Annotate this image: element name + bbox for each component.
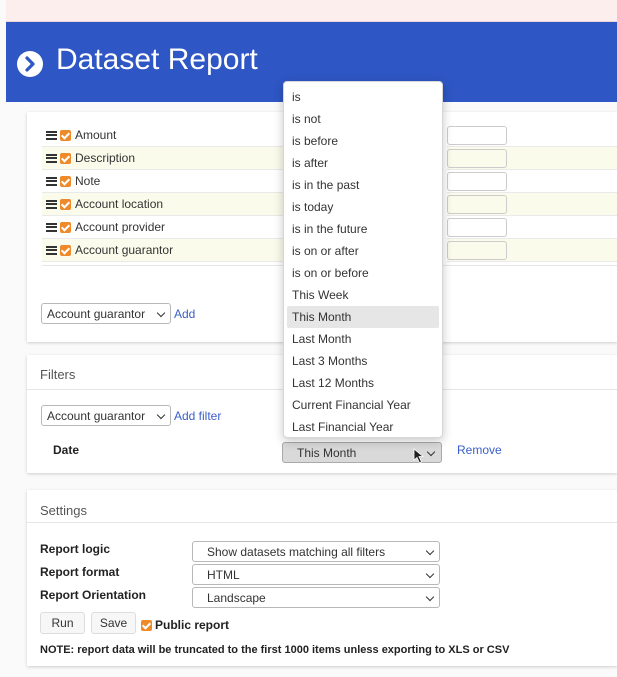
column-checkbox[interactable] xyxy=(60,244,71,256)
date-filter-label: Date xyxy=(53,443,80,457)
dropdown-option[interactable]: is on or after xyxy=(284,240,442,262)
report-format-label: Report format xyxy=(40,565,120,579)
column-row[interactable]: Account guarantor xyxy=(42,239,300,262)
dropdown-option[interactable]: This Month xyxy=(287,306,439,328)
dropdown-option[interactable]: Last Month xyxy=(284,328,442,350)
remove-filter-link[interactable]: Remove xyxy=(457,443,502,457)
dropdown-option[interactable]: is not xyxy=(284,108,442,130)
add-column-select[interactable]: Account guarantor xyxy=(41,303,171,324)
date-filter-value: This Month xyxy=(297,445,357,460)
drag-handle-icon[interactable] xyxy=(46,222,57,232)
chevron-down-icon xyxy=(425,592,435,602)
column-label: Account provider xyxy=(75,220,166,234)
add-filter-link[interactable]: Add filter xyxy=(174,409,221,423)
column-options-cell xyxy=(447,170,617,193)
page-title: Dataset Report xyxy=(56,43,258,76)
truncation-note: NOTE: report data will be truncated to t… xyxy=(40,644,510,656)
column-label: Note xyxy=(75,174,101,188)
chevron-down-icon xyxy=(156,308,166,318)
column-checkbox[interactable] xyxy=(60,129,71,141)
dropdown-option[interactable]: is on or before xyxy=(284,262,442,284)
column-checkbox[interactable] xyxy=(60,152,71,164)
report-orientation-value: Landscape xyxy=(207,590,266,605)
run-button[interactable]: Run xyxy=(40,612,85,634)
add-column-select-value: Account guarantor xyxy=(47,306,146,321)
column-checkbox[interactable] xyxy=(60,221,71,233)
chevron-down-icon xyxy=(425,546,435,556)
report-logic-select[interactable]: Show datasets matching all filters xyxy=(192,541,440,562)
chevron-right-circle-icon[interactable] xyxy=(17,51,43,77)
column-row[interactable]: Description xyxy=(42,147,300,170)
report-orientation-label: Report Orientation xyxy=(40,588,147,602)
column-options-cell xyxy=(447,239,617,262)
report-format-value: HTML xyxy=(207,567,240,582)
column-label: Description xyxy=(75,151,136,165)
column-options-cell xyxy=(447,193,617,216)
dropdown-option[interactable]: is xyxy=(284,86,442,108)
column-row[interactable]: Account location xyxy=(42,193,300,216)
column-option-box[interactable] xyxy=(447,218,507,237)
page: Dataset Report Amount Description Note Acco… xyxy=(0,0,617,677)
settings-panel: Settings Report logic Show datasets matc… xyxy=(27,490,617,666)
column-row[interactable]: Note xyxy=(42,170,300,193)
filters-title: Filters xyxy=(40,367,76,382)
dropdown-option[interactable]: Last 12 Months xyxy=(284,372,442,394)
add-filter-select[interactable]: Account guarantor xyxy=(41,405,171,426)
column-option-box[interactable] xyxy=(447,172,507,191)
chevron-down-icon xyxy=(426,447,436,457)
chevron-down-icon xyxy=(425,569,435,579)
add-column-link[interactable]: Add xyxy=(174,307,195,321)
dropdown-option[interactable]: is today xyxy=(284,196,442,218)
column-option-box[interactable] xyxy=(447,149,507,168)
column-label: Amount xyxy=(75,128,117,142)
top-strip xyxy=(6,0,617,22)
column-option-box[interactable] xyxy=(447,241,507,260)
column-label: Account location xyxy=(75,197,164,211)
public-report-checkbox[interactable] xyxy=(141,619,152,631)
column-row[interactable]: Account provider xyxy=(42,216,300,239)
date-operator-dropdown: is is not is before is after is in the past i… xyxy=(283,81,443,438)
column-option-box[interactable] xyxy=(447,195,507,214)
drag-handle-icon[interactable] xyxy=(46,245,57,255)
dropdown-option[interactable]: is after xyxy=(284,152,442,174)
date-filter-select[interactable]: This Month xyxy=(282,442,442,464)
dropdown-option[interactable]: Last 3 Months xyxy=(284,350,442,372)
column-row[interactable]: Amount xyxy=(42,124,300,147)
dropdown-option[interactable]: This Week xyxy=(284,284,442,306)
public-report-toggle[interactable]: Public report xyxy=(141,618,229,632)
add-filter-select-value: Account guarantor xyxy=(47,408,146,423)
report-format-select[interactable]: HTML xyxy=(192,564,440,585)
column-option-box[interactable] xyxy=(447,126,507,145)
divider xyxy=(27,522,617,523)
dropdown-option[interactable]: is in the past xyxy=(284,174,442,196)
mouse-cursor-icon xyxy=(413,448,424,464)
column-label: Account guarantor xyxy=(75,243,174,257)
dropdown-option[interactable]: is in the future xyxy=(284,218,442,240)
dropdown-option[interactable]: is before xyxy=(284,130,442,152)
drag-handle-icon[interactable] xyxy=(46,153,57,163)
drag-handle-icon[interactable] xyxy=(46,176,57,186)
report-logic-value: Show datasets matching all filters xyxy=(207,544,386,559)
settings-title: Settings xyxy=(40,503,87,518)
save-button[interactable]: Save xyxy=(91,612,136,634)
drag-handle-icon[interactable] xyxy=(46,130,57,140)
column-options-cell xyxy=(447,216,617,239)
public-report-label: Public report xyxy=(155,618,230,632)
column-checkbox[interactable] xyxy=(60,175,71,187)
dropdown-option[interactable]: Last Financial Year xyxy=(284,416,442,438)
dropdown-option[interactable]: Current Financial Year xyxy=(284,394,442,416)
column-options-cell xyxy=(447,147,617,170)
drag-handle-icon[interactable] xyxy=(46,199,57,209)
column-options-cell xyxy=(447,124,617,147)
report-logic-label: Report logic xyxy=(40,542,111,556)
chevron-down-icon xyxy=(156,410,166,420)
column-checkbox[interactable] xyxy=(60,198,71,210)
report-orientation-select[interactable]: Landscape xyxy=(192,587,440,608)
